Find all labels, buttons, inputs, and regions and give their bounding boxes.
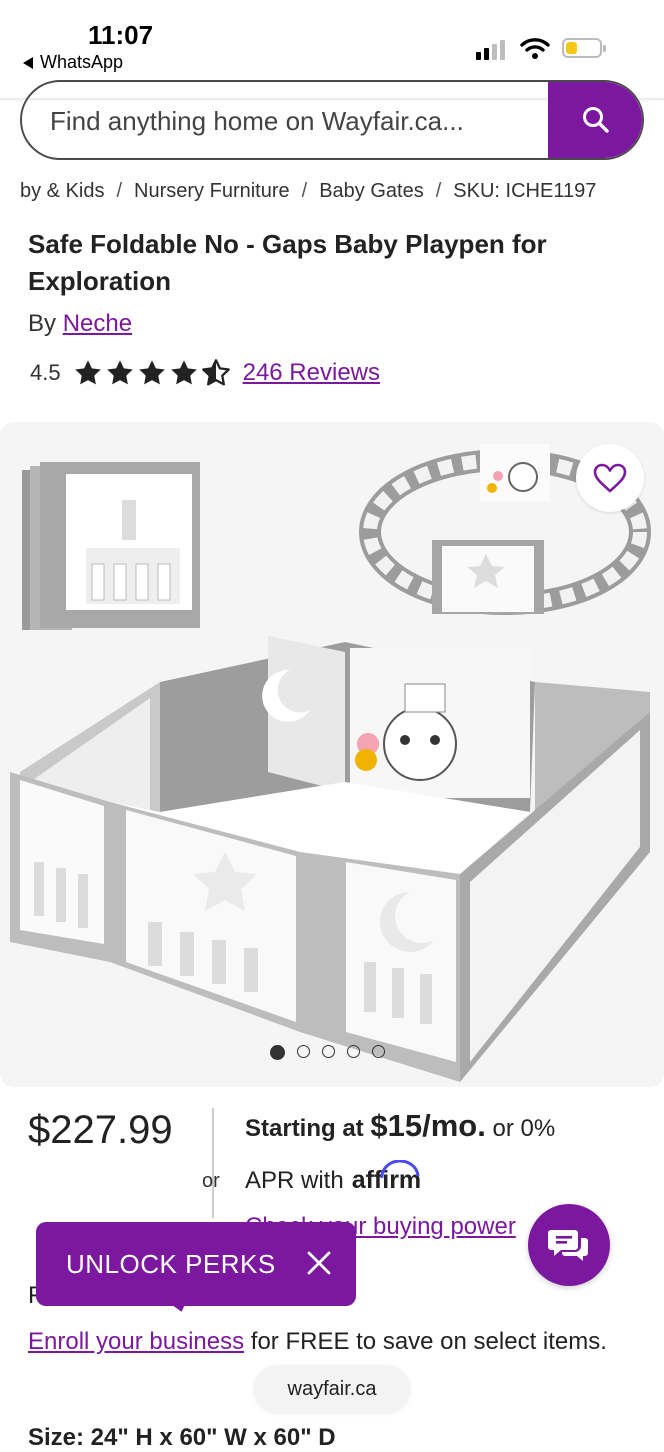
breadcrumb-separator: / <box>301 180 308 202</box>
product-title: Safe Foldable No - Gaps Baby Playpen for… <box>28 229 547 296</box>
cellular-signal-icon <box>476 40 505 60</box>
breadcrumb-item-nursery-furniture[interactable]: Nursery Furniture <box>134 180 290 203</box>
enroll-business-text: Enroll your business for FREE to save on… <box>28 1322 638 1362</box>
affirm-arc-icon <box>380 1160 420 1179</box>
gallery-dot-3[interactable] <box>322 1045 335 1058</box>
gallery-dot-2[interactable] <box>297 1045 310 1058</box>
star-rating <box>73 358 231 388</box>
apr-suffix: or 0% <box>492 1115 556 1142</box>
chat-button[interactable] <box>528 1204 610 1286</box>
brand-byline: By Neche <box>28 310 132 338</box>
price-divider <box>212 1108 214 1218</box>
affirm-logo: affirm <box>352 1160 421 1195</box>
browser-url-pill[interactable]: wayfair.ca <box>254 1365 410 1413</box>
search-input[interactable] <box>48 82 552 158</box>
enroll-business-link[interactable]: Enroll your business <box>28 1328 244 1355</box>
search-button[interactable] <box>548 82 642 158</box>
search-icon <box>583 107 609 133</box>
by-label: By <box>28 310 57 337</box>
status-time: 11:07 <box>88 20 154 50</box>
star-full-icon <box>138 360 165 385</box>
close-icon <box>307 1251 331 1275</box>
size-line: Size: 24" H x 60" W x 60" D <box>28 1424 336 1451</box>
wishlist-button[interactable] <box>576 444 644 512</box>
back-triangle-icon <box>23 56 33 69</box>
search-bar[interactable] <box>20 80 644 160</box>
breadcrumb: by & Kids / Nursery Furniture / Baby Gat… <box>20 180 596 203</box>
back-app-label: WhatsApp <box>40 52 124 72</box>
apr-line: APR with affirm <box>245 1160 421 1195</box>
wifi-icon <box>520 36 550 65</box>
reviews-link[interactable]: 246 Reviews <box>243 359 380 387</box>
breadcrumb-item-baby-kids[interactable]: by & Kids <box>20 180 104 203</box>
monthly-amount: $15/mo. <box>370 1108 486 1143</box>
back-to-app-button[interactable]: WhatsApp <box>22 52 123 73</box>
battery-icon <box>562 38 606 58</box>
gallery-pagination <box>270 1045 385 1060</box>
product-image-gallery[interactable] <box>0 422 664 1087</box>
enroll-business-desc: for FREE to save on select items. <box>250 1328 607 1355</box>
breadcrumb-separator: / <box>435 180 442 202</box>
chat-bubbles-icon <box>548 1230 588 1261</box>
starting-at-label: Starting at <box>245 1115 364 1142</box>
heart-icon <box>593 463 627 493</box>
product-image-playpen <box>10 444 651 1082</box>
or-label: or <box>202 1170 220 1192</box>
unlock-perks-banner[interactable]: UNLOCK PERKS <box>36 1222 356 1306</box>
close-perks-button[interactable] <box>304 1248 334 1283</box>
breadcrumb-separator: / <box>116 180 123 202</box>
brand-link[interactable]: Neche <box>63 310 132 337</box>
star-full-icon <box>106 360 133 385</box>
gallery-dot-4[interactable] <box>347 1045 360 1058</box>
gallery-dot-1[interactable] <box>270 1045 285 1060</box>
star-full-icon <box>74 360 101 385</box>
star-half-icon <box>201 359 230 386</box>
breadcrumb-sku: SKU: ICHE1197 <box>453 180 597 202</box>
apr-label: APR with <box>245 1166 344 1194</box>
financing-line: Starting at $15/mo. or 0% <box>245 1108 555 1144</box>
unlock-perks-label: UNLOCK PERKS <box>66 1248 276 1279</box>
rating-value: 4.5 <box>30 360 61 385</box>
rating-row[interactable]: 4.5 246 Reviews <box>30 358 380 388</box>
breadcrumb-item-baby-gates[interactable]: Baby Gates <box>319 180 424 203</box>
gallery-dot-5[interactable] <box>372 1045 385 1058</box>
star-full-icon <box>170 360 197 385</box>
product-price: $227.99 <box>28 1108 173 1152</box>
